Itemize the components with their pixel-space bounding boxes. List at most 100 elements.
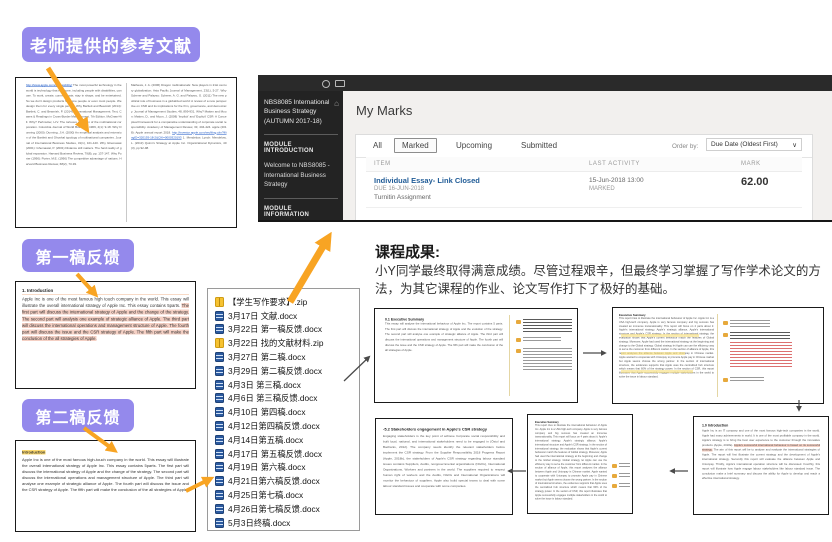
word-file-icon [215, 311, 224, 321]
file-list-item[interactable]: 4月26日第七稿反馈.docx [215, 502, 356, 516]
file-list-item[interactable]: 4月25日第七稿.docx [215, 488, 356, 502]
home-icon[interactable]: ⌂ [334, 100, 339, 108]
word-file-icon [215, 366, 224, 376]
file-list-item[interactable]: 4月6日 第三稿反馈.docx [215, 392, 356, 406]
blackboard-sidebar: ⌂ NBS8085 International Business Strateg… [258, 91, 343, 220]
marks-card: All Marked Upcoming Submitted Order by: … [355, 134, 813, 222]
file-name: 3月22日 第一稿反馈.docx [228, 323, 322, 335]
arrow-references-label-to-doc [40, 60, 100, 148]
blackboard-main: My Marks All Marked Upcoming Submitted O… [343, 91, 832, 220]
table-row: Individual Essay- Link Closed DUE 16-JUN… [366, 171, 802, 208]
word-file-icon [215, 449, 224, 459]
comment-icon [612, 464, 617, 468]
doc-heading: -5.2 Stakeholders engagement in Apple's … [383, 427, 505, 432]
comment-icon [723, 321, 728, 325]
sidebar-divider [264, 198, 338, 199]
tab-submitted[interactable]: Submitted [521, 141, 557, 150]
due-date: DUE 16-JUN-2018 [374, 186, 424, 192]
file-list-item[interactable]: 4月19日 第六稿.docx [215, 461, 356, 475]
course-title: NBS8085 International Business Strategy … [264, 98, 338, 126]
sidebar-section-module-introduction: MODULE INTRODUCTION [264, 142, 338, 154]
file-name: 3月27日 第二稿.docx [228, 351, 305, 363]
comment-icon [612, 474, 617, 478]
blackboard-screenshot: ⌂ NBS8085 International Business Strateg… [258, 75, 832, 222]
file-name: 3月22日 找的文献材料.zip [228, 337, 323, 349]
comments-column [723, 320, 795, 387]
sidebar-section-module-information: MODULE INFORMATION [264, 206, 338, 218]
arrow-thumb2-down [791, 398, 809, 418]
arrow-thumb1-to-thumb2 [580, 344, 614, 362]
file-list-item[interactable]: 3月27日 第二稿.docx [215, 350, 356, 364]
exec-summary-feedback-thumbnail: Executive Summary This report tries to i… [612, 307, 824, 404]
assignment-type: Turnitin Assignment [374, 194, 431, 201]
file-name: 3月17日 文献.docx [228, 310, 297, 322]
file-list-item[interactable]: 4月14日第五稿.docx [215, 433, 356, 447]
last-activity-value: 15-Jun-2018 13:00 [589, 177, 644, 184]
comment-icon [516, 349, 521, 353]
word-file-icon [215, 504, 224, 514]
file-name: 4月3日 第三稿.docx [228, 379, 301, 391]
word-file-icon [215, 421, 224, 431]
exec-summary-draft-thumbnail: 0.1 Executive Summary This essay will an… [374, 308, 578, 403]
mark-value: 62.00 [741, 176, 769, 188]
file-list-item[interactable]: 4月12日第四稿反馈.docx [215, 419, 356, 433]
comment-lines [523, 319, 572, 332]
marks-table-header: ITEM LAST ACTIVITY MARK [366, 157, 802, 172]
outcome-body: 小Y同学最终取得满意成绩。尽管过程艰辛，但最终学习掌握了写作学术论文的方法，为其… [375, 263, 827, 299]
file-list-item[interactable]: 4月10日 第四稿.docx [215, 405, 356, 419]
marks-tab-bar: All Marked Upcoming Submitted Order by: … [356, 135, 812, 158]
folder-icon[interactable] [335, 80, 345, 87]
comment-lines [730, 332, 790, 339]
file-list-item[interactable]: 3月22日 找的文献材料.zip [215, 336, 356, 350]
status-badge: MARKED [589, 186, 615, 192]
file-name: 4月25日第七稿.docx [228, 489, 303, 501]
word-file-icon [215, 435, 224, 445]
order-by-dropdown[interactable]: Due Date (Oldest First) ∨ [706, 138, 802, 151]
comment-lines [523, 348, 572, 372]
file-list-item[interactable]: 4月17日 第五稿反馈.docx [215, 447, 356, 461]
zip-file-icon [215, 297, 224, 307]
infographic-canvas: 老师提供的参考文献 第一稿反馈 第二稿反馈 http://www.apple.c… [0, 0, 832, 542]
order-by-value: Due Date (Oldest First) [711, 141, 778, 148]
doc-heading: 1.0 Introduction [702, 424, 820, 428]
arrow-file-list-to-result [278, 226, 342, 310]
comments-column [612, 463, 630, 493]
arrow-draft2-label-to-doc [78, 422, 128, 462]
file-name: 4月17日 第五稿反馈.docx [228, 448, 322, 460]
arrow-thumb5-to-thumb4 [662, 463, 694, 481]
tab-marked[interactable]: Marked [394, 138, 437, 153]
comment-lines [619, 473, 630, 477]
arrow-draft1-label-to-doc [70, 268, 110, 308]
column-item: ITEM [374, 161, 391, 167]
file-list-item[interactable]: 5月3日终稿.docx [215, 516, 356, 530]
file-name: 4月19日 第六稿.docx [228, 461, 305, 473]
column-last-activity: LAST ACTIVITY [589, 161, 640, 167]
exec-summary-revision-thumbnail: Executive Summary This report tries to i… [527, 414, 633, 514]
file-name: 4月10日 第四稿.docx [228, 406, 305, 418]
refresh-icon[interactable] [322, 80, 330, 88]
draft-file-list: 【学生写作要求】.zip 3月17日 文献.docx 3月22日 第一稿反馈.d… [207, 288, 360, 531]
doc-heading: Introduction [22, 450, 45, 455]
highlight-bar [621, 352, 685, 355]
references-column-2: Mathews, J. A. (2006) Dragon multination… [126, 83, 231, 222]
comment-icon [723, 378, 728, 382]
assignment-link[interactable]: Individual Essay- Link Closed [374, 176, 480, 185]
file-list-item[interactable]: 3月17日 文献.docx [215, 309, 356, 323]
file-list-item[interactable]: 3月29日 第二稿反馈.docx [215, 364, 356, 378]
comment-divider [509, 315, 510, 396]
file-name: 4月6日 第三稿反馈.docx [228, 392, 317, 404]
file-list-item[interactable]: 4月21日第六稿反馈.docx [215, 474, 356, 488]
arrow-files-to-thumb1 [338, 348, 380, 390]
comment-lines [619, 483, 630, 488]
sidebar-item-welcome[interactable]: Welcome to NBS8085 - International Busin… [264, 161, 338, 189]
introduction-final-thumbnail: 1.0 Introduction Apple Inc is an IT comp… [693, 416, 829, 515]
sidebar-divider [264, 134, 338, 135]
file-name: 4月14日第五稿.docx [228, 434, 303, 446]
word-file-icon [215, 380, 224, 390]
file-list-item[interactable]: 4月3日 第三稿.docx [215, 378, 356, 392]
tab-all[interactable]: All [373, 141, 382, 150]
highlight-bar [621, 334, 699, 337]
file-list-item[interactable]: 3月22日 第一稿反馈.docx [215, 323, 356, 337]
word-file-icon [215, 324, 224, 334]
tab-upcoming[interactable]: Upcoming [456, 141, 492, 150]
